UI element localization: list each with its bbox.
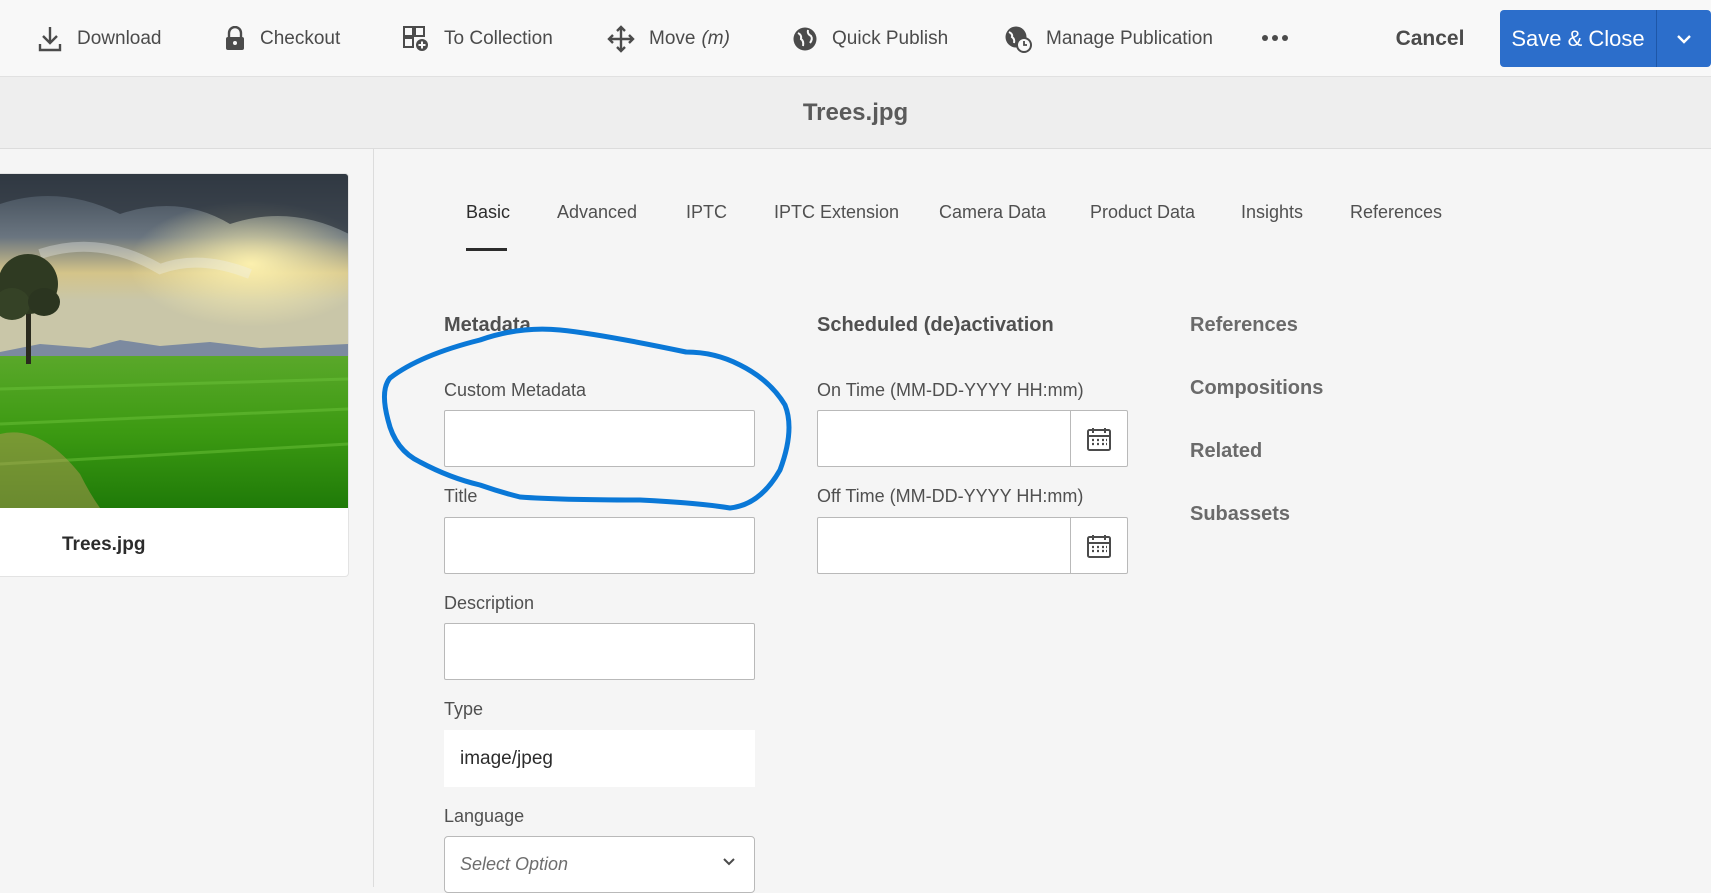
asset-card[interactable]: Trees.jpg <box>0 173 349 577</box>
chevron-down-icon <box>723 858 735 866</box>
references-link[interactable]: References <box>1190 314 1298 337</box>
on-time-datepicker <box>817 410 1128 467</box>
to-collection-label: To Collection <box>444 27 553 49</box>
tab-references[interactable]: References <box>1350 185 1442 251</box>
scheduled-heading: Scheduled (de)activation <box>817 314 1054 336</box>
to-collection-button[interactable]: To Collection <box>402 0 553 77</box>
cancel-button[interactable]: Cancel <box>1375 0 1485 77</box>
more-dot-icon <box>1282 35 1288 41</box>
checkout-label: Checkout <box>260 27 341 49</box>
type-value: image/jpeg <box>444 730 755 787</box>
checkout-button[interactable]: Checkout <box>224 0 340 77</box>
manage-publication-label: Manage Publication <box>1046 27 1213 49</box>
custom-metadata-label: Custom Metadata <box>444 380 587 400</box>
page-title: Trees.jpg <box>802 98 909 126</box>
description-input[interactable] <box>444 623 755 680</box>
more-dot-icon <box>1272 35 1278 41</box>
globe-clock-icon <box>1005 26 1032 53</box>
tab-product-data[interactable]: Product Data <box>1090 185 1195 251</box>
asset-thumbnail <box>0 174 348 508</box>
download-label: Download <box>77 27 162 49</box>
tab-insights[interactable]: Insights <box>1241 185 1303 251</box>
move-label: Move <box>649 27 696 49</box>
language-select-value: Select Option <box>460 854 569 874</box>
globe-publish-icon <box>793 27 817 50</box>
off-time-label: Off Time (MM-DD-YYYY HH:mm) <box>817 486 1084 506</box>
manage-publication-button[interactable]: Manage Publication <box>1004 0 1213 77</box>
type-label: Type <box>444 699 484 719</box>
action-bar: Download Checkout To Collection Move(m) <box>0 0 1711 77</box>
language-select[interactable]: Select Option <box>444 836 755 893</box>
tab-basic[interactable]: Basic <box>466 185 510 251</box>
on-time-calendar-button[interactable] <box>1070 411 1127 466</box>
description-label: Description <box>444 593 535 613</box>
move-button[interactable]: Move (m) <box>607 0 730 77</box>
save-options-button[interactable] <box>1656 10 1711 67</box>
on-time-label: On Time (MM-DD-YYYY HH:mm) <box>817 380 1084 400</box>
add-to-collection-icon <box>403 25 428 51</box>
more-actions-button[interactable] <box>1262 28 1292 48</box>
download-icon <box>38 26 62 51</box>
on-time-input[interactable] <box>818 411 1070 466</box>
quick-publish-label: Quick Publish <box>832 27 949 49</box>
lock-icon <box>226 25 244 50</box>
title-bar: Trees.jpg <box>0 77 1711 149</box>
more-dot-icon <box>1262 35 1268 41</box>
related-link[interactable]: Related <box>1190 440 1262 463</box>
move-icon <box>607 24 635 53</box>
compositions-link[interactable]: Compositions <box>1190 377 1323 400</box>
tab-iptc-extension[interactable]: IPTC Extension <box>774 185 899 251</box>
subassets-link[interactable]: Subassets <box>1190 503 1290 526</box>
off-time-datepicker <box>817 517 1128 574</box>
save-close-button[interactable]: Save & Close <box>1500 10 1656 67</box>
save-close-group: Save & Close <box>1500 10 1711 67</box>
title-label: Title <box>444 486 478 506</box>
tab-camera-data[interactable]: Camera Data <box>939 185 1046 251</box>
chevron-down-icon <box>1677 34 1691 44</box>
off-time-input[interactable] <box>818 518 1070 573</box>
calendar-icon <box>1087 534 1111 558</box>
tab-iptc[interactable]: IPTC <box>686 185 727 251</box>
metadata-heading: Metadata <box>444 314 531 336</box>
asset-preview-panel: Trees.jpg <box>0 149 374 887</box>
custom-metadata-input[interactable] <box>444 410 755 467</box>
move-shortcut: (m) <box>701 27 730 49</box>
tab-advanced[interactable]: Advanced <box>557 185 637 251</box>
quick-publish-button[interactable]: Quick Publish <box>792 0 948 77</box>
title-input[interactable] <box>444 517 755 574</box>
language-label: Language <box>444 806 525 826</box>
off-time-calendar-button[interactable] <box>1070 518 1127 573</box>
download-button[interactable]: Download <box>37 0 162 77</box>
calendar-icon <box>1087 427 1111 451</box>
asset-name: Trees.jpg <box>62 534 146 555</box>
